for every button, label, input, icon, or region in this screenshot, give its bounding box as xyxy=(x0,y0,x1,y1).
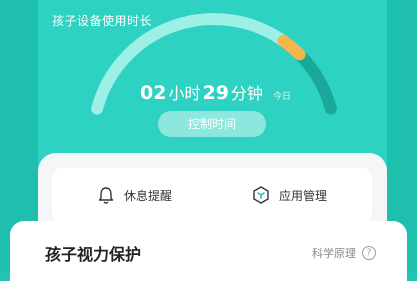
help-icon: ? xyxy=(362,246,376,260)
usage-minutes-unit: 分钟 xyxy=(230,84,263,103)
control-time-button[interactable]: 控制时间 xyxy=(158,111,266,137)
bell-icon xyxy=(98,187,114,204)
menu-item-label: 应用管理 xyxy=(279,188,328,203)
usage-minutes: 29 xyxy=(202,82,229,104)
science-principle-label: 科学原理 xyxy=(312,247,356,260)
usage-period-label: 今日 xyxy=(272,92,291,102)
usage-hours-unit: 小时 xyxy=(168,84,201,103)
app-cube-icon xyxy=(253,186,269,204)
menu-item-label: 休息提醒 xyxy=(124,188,173,203)
gauge-accent xyxy=(277,34,306,61)
usage-hours: 02 xyxy=(140,82,167,104)
menu-item-rest-reminder[interactable]: 休息提醒 xyxy=(96,183,172,207)
vision-protection-title: 孩子视力保护 xyxy=(45,245,142,264)
science-principle-link[interactable]: 科学原理 ? xyxy=(312,245,376,261)
usage-time-display: 02 小时 29 分钟 今日 xyxy=(140,80,291,104)
menu-item-app-management[interactable]: 应用管理 xyxy=(251,183,327,207)
